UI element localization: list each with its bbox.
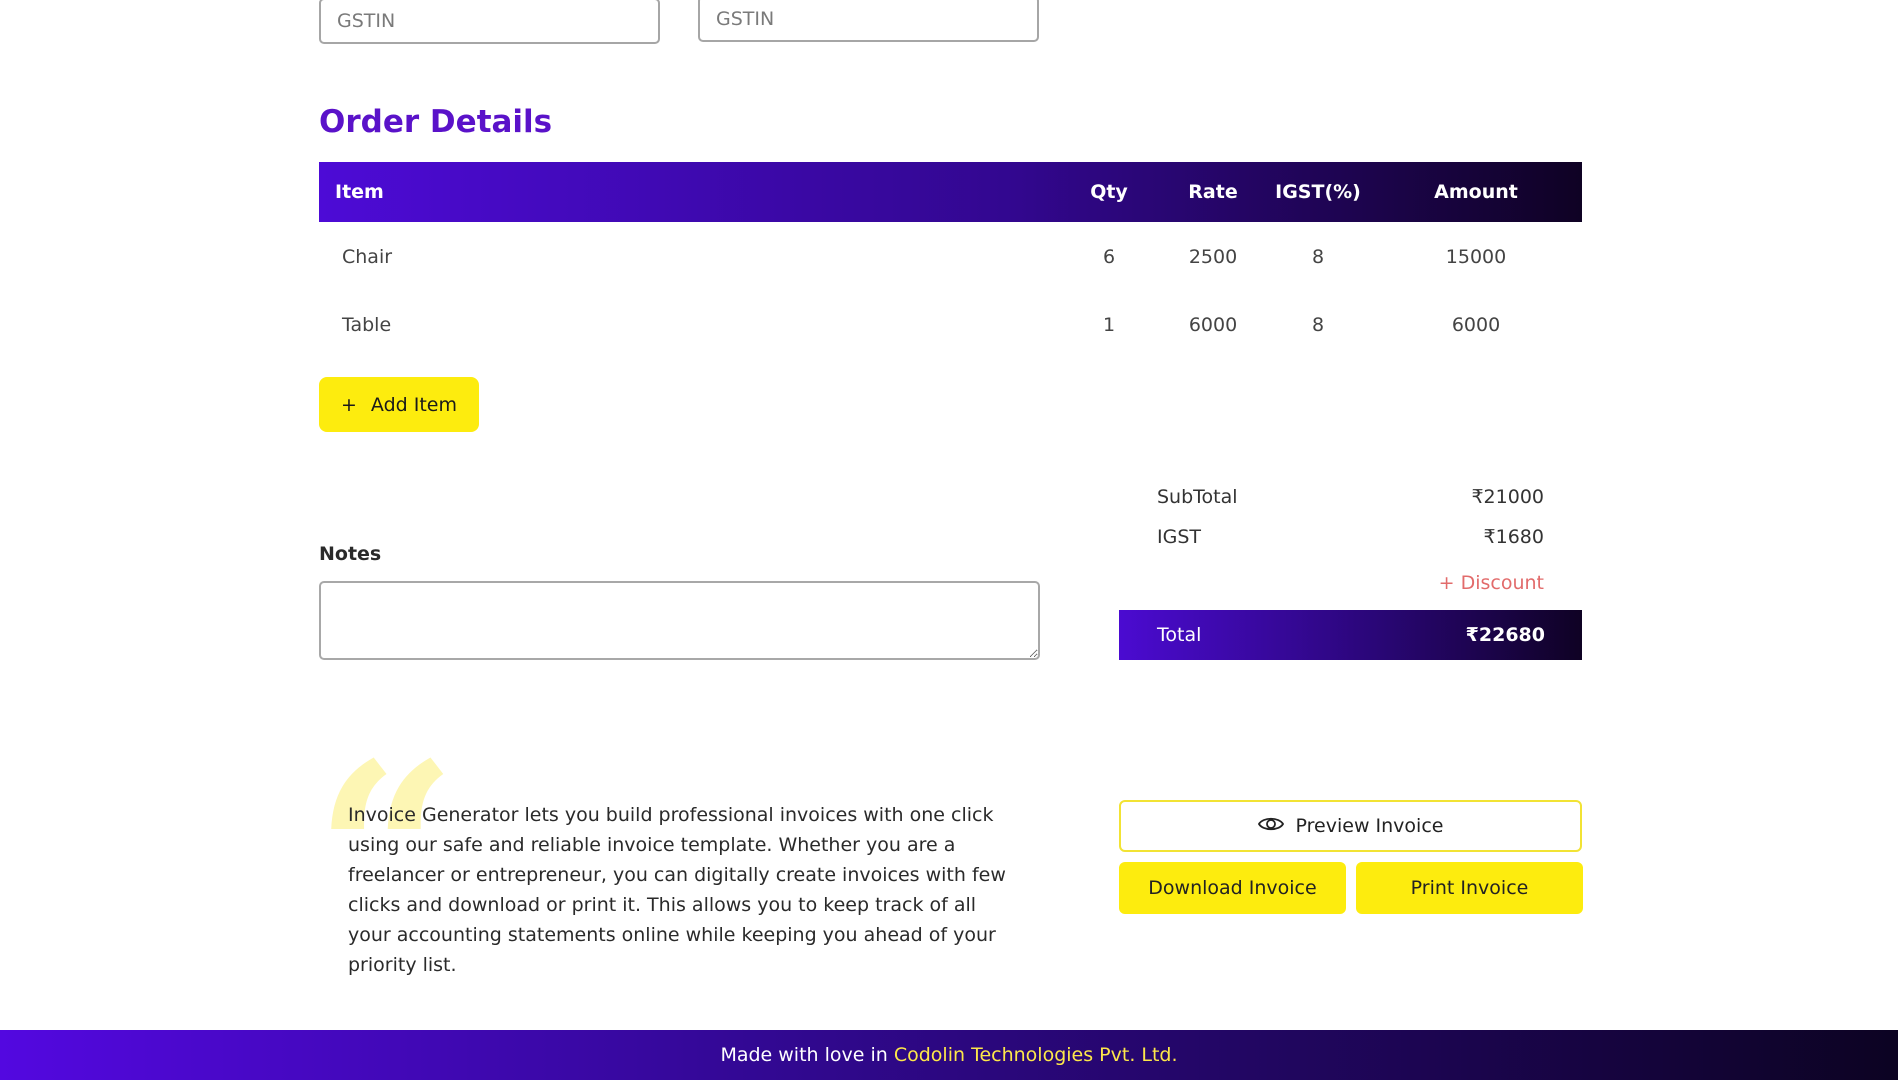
about-text: Invoice Generator lets you build profess… [348,804,1006,976]
gstin-input-left[interactable] [319,0,660,44]
col-header-amount: Amount [1434,181,1518,203]
col-header-igst: IGST(%) [1275,181,1361,203]
footer-brand-link[interactable]: Codolin Technologies Pvt. Ltd. [894,1044,1178,1066]
add-item-label: Add Item [370,393,457,416]
cell-amount: 15000 [1445,246,1507,268]
cell-igst: 8 [1311,314,1325,336]
plus-icon: + [341,393,357,416]
cell-item: Chair [342,246,393,268]
cell-item: Table [342,314,392,336]
gstin-input-right[interactable] [698,0,1039,42]
subtotal-label: SubTotal [1157,486,1238,508]
order-table-body: Chair 6 2500 8 15000 Table 1 6000 8 6000 [319,227,1582,367]
download-invoice-button[interactable]: Download Invoice [1119,862,1346,914]
add-discount-link[interactable]: + Discount [1394,572,1544,594]
cell-rate: 2500 [1188,246,1238,268]
col-header-rate: Rate [1188,181,1238,203]
notes-label: Notes [319,543,382,565]
add-item-button[interactable]: + Add Item [319,377,479,432]
col-header-qty: Qty [1090,181,1128,203]
cell-amount: 6000 [1451,314,1501,336]
table-row[interactable]: Table 1 6000 8 6000 [319,295,1582,355]
total-value: ₹22680 [1465,624,1545,646]
table-row[interactable]: Chair 6 2500 8 15000 [319,227,1582,287]
igst-value: ₹1680 [1483,526,1544,548]
subtotal-value: ₹21000 [1471,486,1544,508]
cell-igst: 8 [1311,246,1325,268]
order-table-header: Item Qty Rate IGST(%) Amount [319,162,1582,222]
order-details-title: Order Details [319,104,553,140]
cell-qty: 6 [1102,246,1116,268]
cell-qty: 1 [1102,314,1116,336]
print-invoice-button[interactable]: Print Invoice [1356,862,1583,914]
col-header-item: Item [335,181,384,203]
preview-invoice-label: Preview Invoice [1295,815,1444,837]
preview-invoice-button[interactable]: Preview Invoice [1119,800,1582,852]
notes-textarea[interactable] [319,581,1040,660]
total-label: Total [1157,624,1202,646]
igst-label: IGST [1157,526,1201,548]
total-bar: Total ₹22680 [1119,610,1582,660]
footer-prefix: Made with love in [720,1044,894,1066]
cell-rate: 6000 [1188,314,1238,336]
eye-icon [1257,815,1284,838]
footer: Made with love in Codolin Technologies P… [0,1030,1898,1080]
